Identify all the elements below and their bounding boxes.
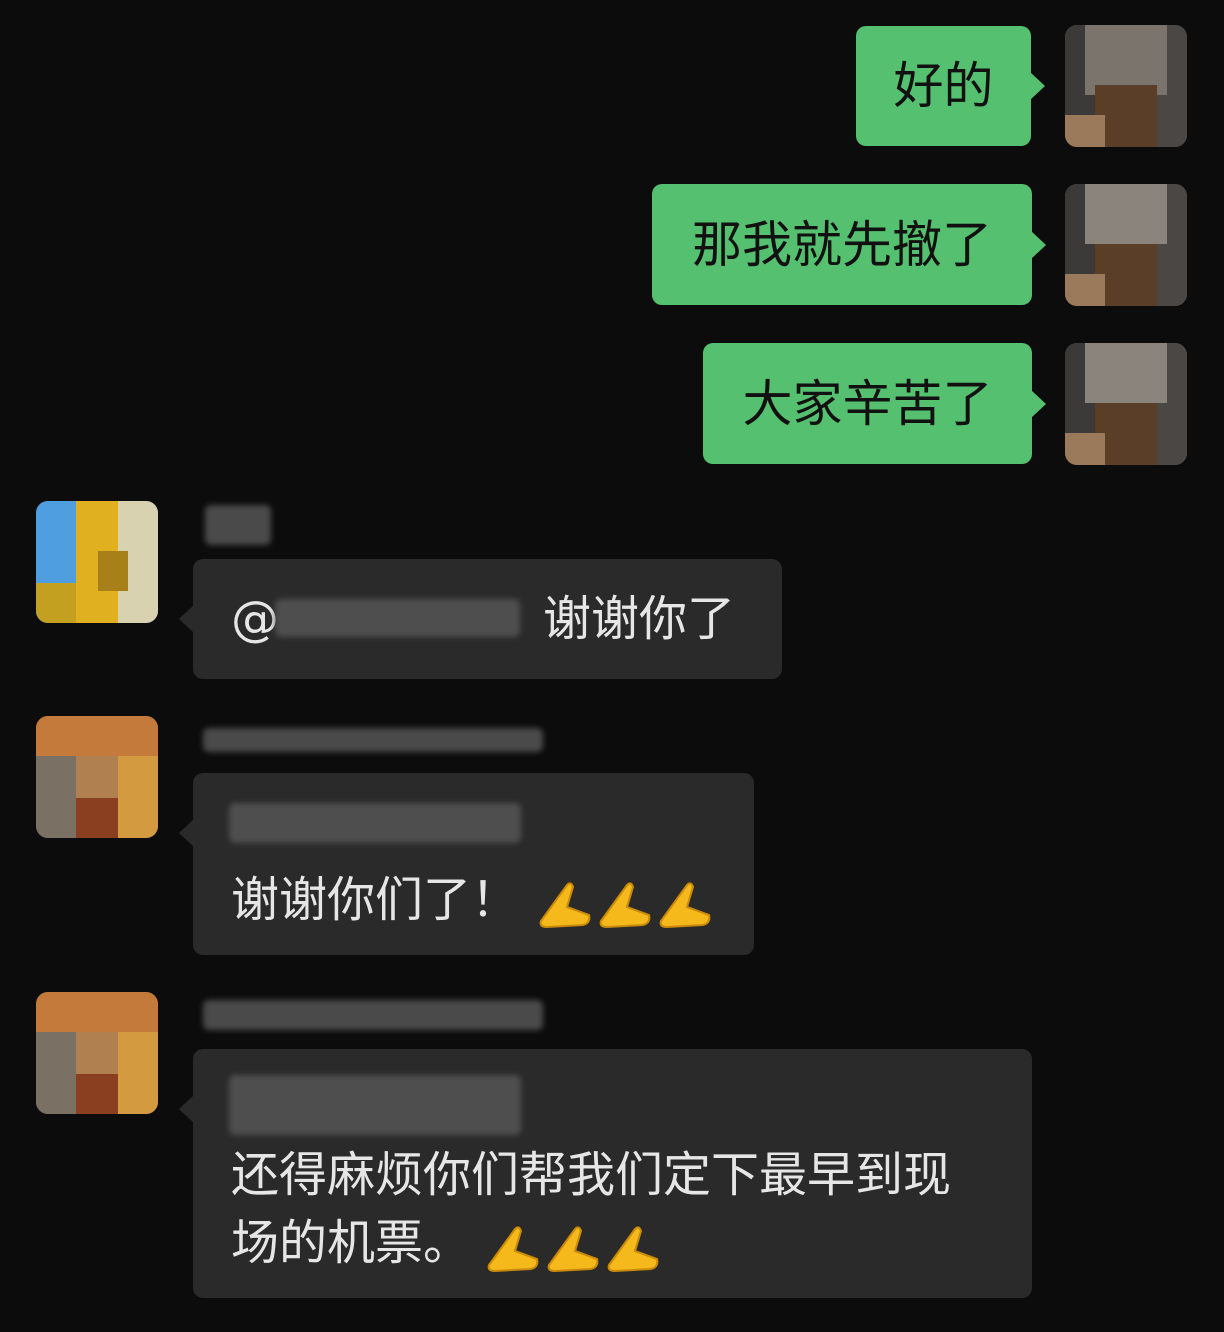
message-text: 大家辛苦了 <box>742 374 993 433</box>
sent-bubble[interactable]: 那我就先撤了 <box>652 184 1046 305</box>
avatar-self[interactable] <box>1065 343 1187 465</box>
sent-bubble[interactable]: 好的 <box>856 26 1045 146</box>
folded-hands-icon <box>547 1226 599 1273</box>
message-text: 好的 <box>893 57 994 115</box>
message-text-line-2: 场的机票。 <box>231 1215 472 1271</box>
avatar-self[interactable] <box>1065 25 1187 147</box>
folded-hands-icon <box>659 882 711 929</box>
mention-name-redacted <box>275 599 520 637</box>
sender-name-redacted <box>203 1000 543 1030</box>
sender-name-redacted <box>205 505 271 545</box>
avatar-contact-2[interactable] <box>36 716 158 838</box>
folded-hands-icon <box>539 882 591 929</box>
sender-name-redacted <box>203 728 543 752</box>
avatar-contact-1[interactable] <box>36 501 158 623</box>
quoted-name-redacted <box>229 803 521 843</box>
message-text: 谢谢你了 <box>543 591 736 647</box>
mention-prefix: @ <box>231 591 279 647</box>
folded-hands-icon <box>607 1226 659 1273</box>
message-text: 那我就先撤了 <box>692 215 992 274</box>
quoted-name-redacted <box>229 1075 521 1135</box>
message-text-line-1: 还得麻烦你们帮我们定下最早到现 <box>231 1147 952 1203</box>
folded-hands-icon <box>487 1226 539 1273</box>
received-bubble[interactable]: 谢谢你们了！ <box>179 773 754 955</box>
sent-bubble[interactable]: 大家辛苦了 <box>703 343 1046 464</box>
folded-hands-icon <box>599 882 651 929</box>
received-bubble[interactable]: @ 谢谢你了 <box>179 559 782 679</box>
avatar-self[interactable] <box>1065 184 1187 306</box>
avatar-contact-2[interactable] <box>36 992 158 1114</box>
message-text: 谢谢你们了！ <box>231 872 520 928</box>
received-bubble[interactable]: 还得麻烦你们帮我们定下最早到现 场的机票。 <box>179 1049 1032 1298</box>
